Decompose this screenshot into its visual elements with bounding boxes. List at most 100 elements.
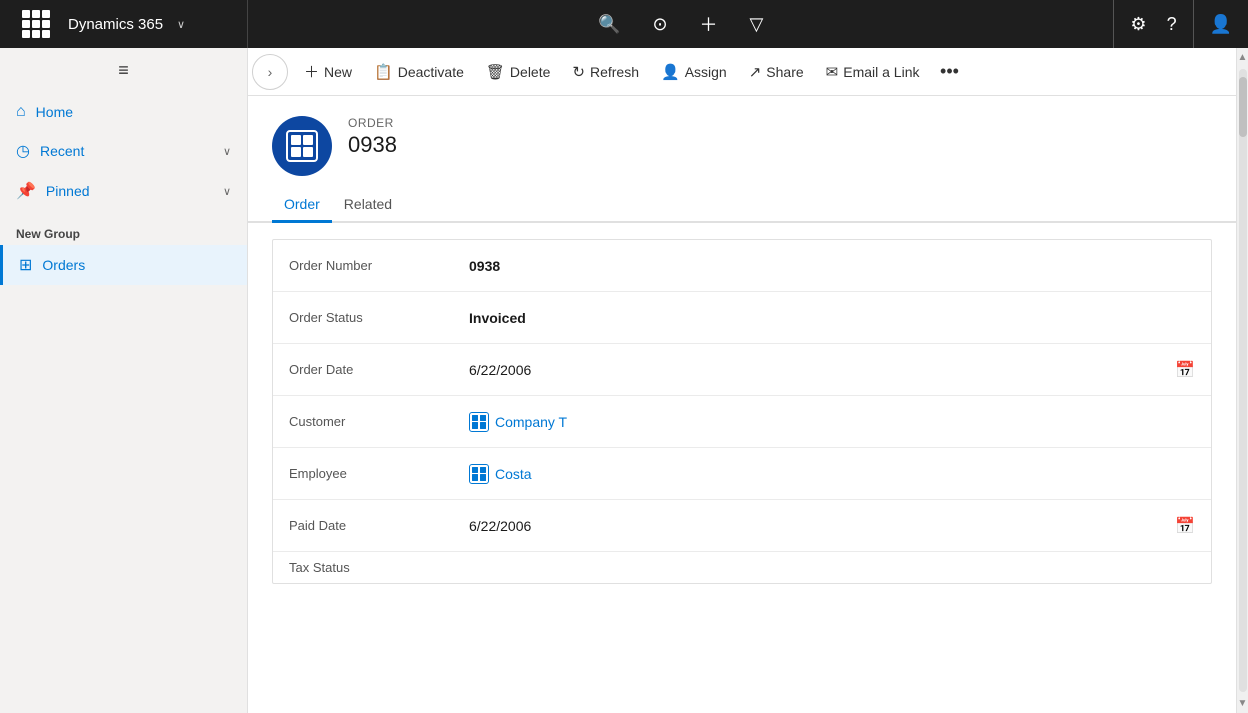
order-number-label: Order Number <box>289 258 469 273</box>
filter-button[interactable]: ▽ <box>742 10 772 39</box>
record-header: ORDER 0938 <box>248 96 1236 188</box>
delete-label: Delete <box>510 64 550 80</box>
order-date-value: 6/22/2006 <box>469 362 1175 378</box>
scroll-up-arrow[interactable]: ▲ <box>1234 48 1248 67</box>
sidebar-recent-label: Recent <box>40 143 213 159</box>
pinned-chevron-icon: ∨ <box>223 185 231 198</box>
tax-status-label: Tax Status <box>289 560 469 575</box>
field-order-date: Order Date 6/22/2006 📅 <box>273 344 1211 396</box>
settings-button[interactable]: ⚙ <box>1122 10 1154 39</box>
refresh-label: Refresh <box>590 64 639 80</box>
new-label: New <box>324 64 352 80</box>
main-layout: ≡ ⌂ Home ◷ Recent ∨ 📌 Pinned ∨ New Group… <box>0 48 1248 713</box>
refresh-icon: ↻ <box>572 63 585 81</box>
assign-label: Assign <box>685 64 727 80</box>
deactivate-button[interactable]: 📋 Deactivate <box>364 54 474 90</box>
scroll-down-arrow[interactable]: ▼ <box>1234 694 1248 713</box>
record-title-area: ORDER 0938 <box>348 116 397 158</box>
employee-label: Employee <box>289 466 469 481</box>
topbar-brand: Dynamics 365 ∨ <box>0 0 248 48</box>
assign-icon: 👤 <box>661 63 680 81</box>
orders-icon: ⊞ <box>19 255 32 275</box>
deactivate-label: Deactivate <box>398 64 464 80</box>
right-scrollbar: ▲ ▼ <box>1236 48 1248 713</box>
topbar-settings-group: ⚙ ? <box>1113 0 1193 48</box>
sidebar-pinned-label: Pinned <box>46 183 213 199</box>
email-link-button[interactable]: ✉ Email a Link <box>816 54 930 90</box>
customer-value[interactable]: Company T <box>469 412 1195 432</box>
share-label: Share <box>766 64 803 80</box>
field-order-number: Order Number 0938 <box>273 240 1211 292</box>
waffle-icon <box>22 10 50 38</box>
tab-related[interactable]: Related <box>332 188 404 223</box>
share-icon: ↗ <box>749 63 762 81</box>
brand-title: Dynamics 365 <box>68 16 163 33</box>
user-profile-button[interactable]: 👤 <box>1194 14 1248 35</box>
deactivate-icon: 📋 <box>374 63 393 81</box>
order-status-value: Invoiced <box>469 310 1195 326</box>
sidebar-orders-label: Orders <box>42 257 85 273</box>
brand-chevron-icon[interactable]: ∨ <box>177 18 185 31</box>
assign-button[interactable]: 👤 Assign <box>651 54 737 90</box>
topbar-actions: 🔍 ⊙ ＋ ▽ <box>248 7 1113 41</box>
tabs-bar: Order Related <box>248 188 1236 223</box>
scroll-thumb[interactable] <box>1239 77 1247 137</box>
waffle-button[interactable] <box>14 6 58 42</box>
paid-date-value: 6/22/2006 <box>469 518 1175 534</box>
sidebar-item-pinned[interactable]: 📌 Pinned ∨ <box>0 171 247 211</box>
sidebar-home-label: Home <box>36 104 231 120</box>
sidebar-item-recent[interactable]: ◷ Recent ∨ <box>0 131 247 171</box>
field-tax-status: Tax Status <box>273 552 1211 583</box>
topbar: Dynamics 365 ∨ 🔍 ⊙ ＋ ▽ ⚙ ? 👤 <box>0 0 1248 48</box>
pinned-icon: 📌 <box>16 181 36 201</box>
field-paid-date: Paid Date 6/22/2006 📅 <box>273 500 1211 552</box>
sidebar-section-label: New Group <box>0 211 247 245</box>
new-button[interactable]: ＋ New <box>294 54 362 90</box>
more-icon: ••• <box>940 61 959 82</box>
refresh-button[interactable]: ↻ Refresh <box>562 54 649 90</box>
sidebar: ≡ ⌂ Home ◷ Recent ∨ 📌 Pinned ∨ New Group… <box>0 48 248 713</box>
field-customer: Customer Company T <box>273 396 1211 448</box>
share-button[interactable]: ↗ Share <box>739 54 814 90</box>
sidebar-item-home[interactable]: ⌂ Home <box>0 93 247 131</box>
record-avatar-icon <box>286 130 318 162</box>
customer-label: Customer <box>289 414 469 429</box>
delete-icon: 🗑 <box>486 63 505 81</box>
search-button[interactable]: 🔍 <box>590 10 628 39</box>
order-number-value: 0938 <box>469 258 1195 274</box>
field-order-status: Order Status Invoiced <box>273 292 1211 344</box>
sidebar-hamburger[interactable]: ≡ <box>0 48 247 93</box>
record-type: ORDER <box>348 116 397 130</box>
tab-order[interactable]: Order <box>272 188 332 223</box>
paid-date-label: Paid Date <box>289 518 469 533</box>
record-avatar <box>272 116 332 176</box>
home-icon: ⌂ <box>16 103 26 121</box>
recent-icon: ◷ <box>16 141 30 161</box>
new-record-button[interactable]: ＋ <box>692 7 726 41</box>
order-date-calendar-icon[interactable]: 📅 <box>1175 360 1195 380</box>
employee-value[interactable]: Costa <box>469 464 1195 484</box>
field-employee: Employee Costa <box>273 448 1211 500</box>
recent-items-button[interactable]: ⊙ <box>644 10 675 39</box>
new-icon: ＋ <box>304 61 319 82</box>
scroll-track <box>1239 69 1247 692</box>
email-link-label: Email a Link <box>843 64 919 80</box>
paid-date-calendar-icon[interactable]: 📅 <box>1175 516 1195 536</box>
content-area: › ＋ New 📋 Deactivate 🗑 Delete ↻ Refresh … <box>248 48 1236 713</box>
order-date-label: Order Date <box>289 362 469 377</box>
delete-button[interactable]: 🗑 Delete <box>476 54 561 90</box>
order-status-label: Order Status <box>289 310 469 325</box>
more-actions-button[interactable]: ••• <box>932 54 968 90</box>
form-section: Order Number 0938 Order Status Invoiced … <box>272 239 1212 584</box>
record-name: 0938 <box>348 132 397 158</box>
email-icon: ✉ <box>826 63 839 81</box>
recent-chevron-icon: ∨ <box>223 145 231 158</box>
back-icon: › <box>268 64 273 80</box>
command-bar: › ＋ New 📋 Deactivate 🗑 Delete ↻ Refresh … <box>248 48 1236 96</box>
form-container: Order Number 0938 Order Status Invoiced … <box>248 223 1236 713</box>
employee-entity-icon <box>469 464 489 484</box>
back-button[interactable]: › <box>252 54 288 90</box>
customer-entity-icon <box>469 412 489 432</box>
sidebar-item-orders[interactable]: ⊞ Orders <box>0 245 247 285</box>
help-button[interactable]: ? <box>1159 10 1185 39</box>
